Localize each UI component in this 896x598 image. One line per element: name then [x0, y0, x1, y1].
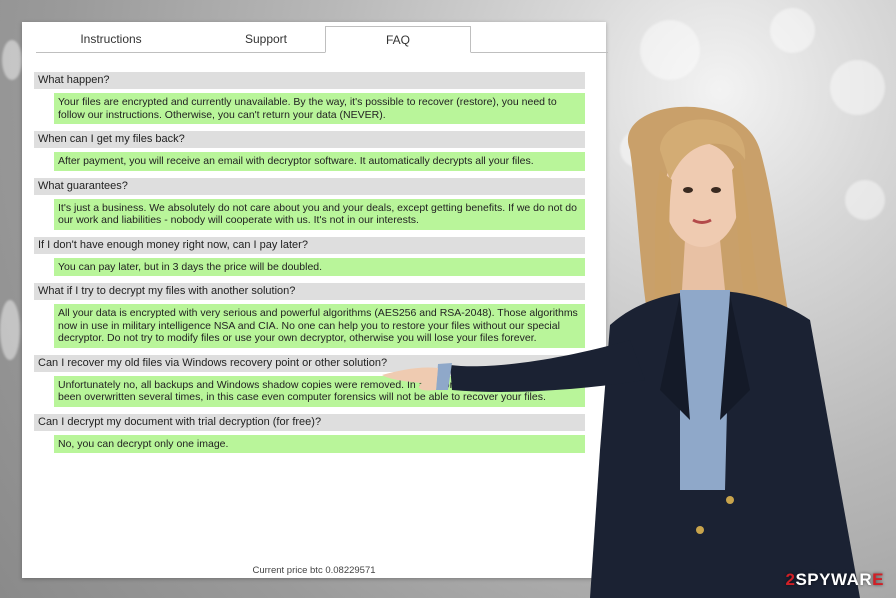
- bokeh-light: [640, 20, 700, 80]
- tab-instructions[interactable]: Instructions: [36, 26, 186, 52]
- bokeh-light: [0, 300, 20, 360]
- bokeh-light: [770, 8, 815, 53]
- faq-question: What happen?: [34, 72, 585, 89]
- watermark-logo: 2SPYWARE: [785, 570, 884, 589]
- presenter-woman-image: [382, 106, 860, 598]
- tab-bar: Instructions Support FAQ: [36, 26, 608, 53]
- bokeh-light: [2, 40, 22, 80]
- tab-support[interactable]: Support: [191, 26, 341, 52]
- tab-faq[interactable]: FAQ: [325, 26, 471, 53]
